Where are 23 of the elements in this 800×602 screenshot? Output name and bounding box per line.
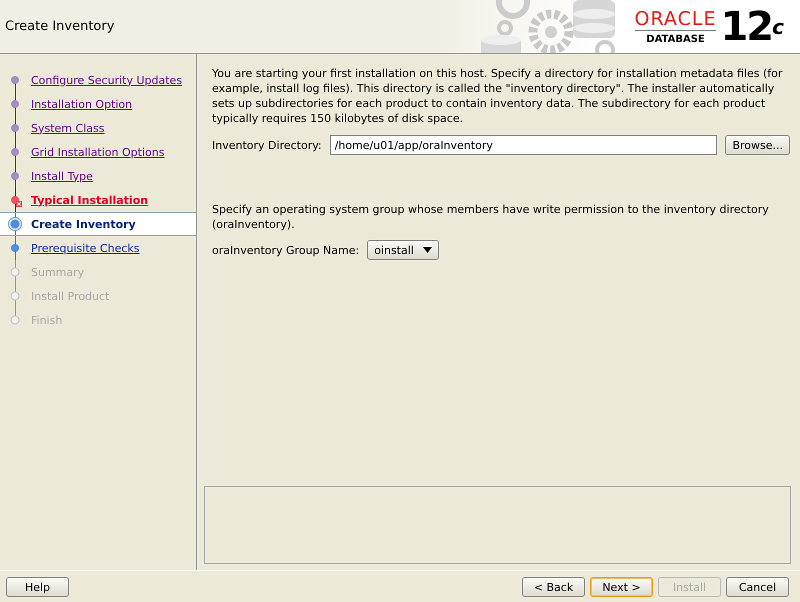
step-link[interactable]: Typical Installation: [31, 194, 148, 206]
browse-button[interactable]: Browse...: [725, 135, 790, 155]
group-text: Specify an operating system group whose members have write permission to the inventory directory (oraInventory).: [212, 202, 770, 232]
footer-button[interactable]: Next >: [590, 577, 653, 597]
step-link[interactable]: Configure Security Updates: [31, 74, 182, 86]
window-title: Create Inventory: [5, 19, 114, 34]
footer-button[interactable]: Help: [6, 577, 69, 597]
footer-button[interactable]: Cancel: [726, 577, 789, 597]
field-label: Inventory Directory:: [212, 138, 322, 152]
directory-field[interactable]: /home/u01/app/oraInventory: [330, 135, 718, 155]
step-link[interactable]: Installation Option: [31, 98, 132, 110]
step-link[interactable]: System Class: [31, 122, 104, 134]
footer-button[interactable]: < Back: [522, 577, 585, 597]
version-logo: 12$^{c}$: [720, 6, 782, 46]
brand-logo: ORACLE: [634, 8, 716, 30]
step-link[interactable]: Install Type: [31, 170, 93, 182]
step-link[interactable]: Prerequisite Checks: [31, 242, 140, 254]
step-link[interactable]: Grid Installation Options: [31, 146, 164, 158]
intro-text: You are starting your first installation on this host. Specify a directory for installation metadata files (for example, install log files). This directory is called the "inventory directory". The installer automatically sets up subdirectories for each product to contain inventory data. The subdirectory for each product typically requires 150 kilobytes of disk space.: [212, 66, 784, 126]
dropdown-caret-icon: [423, 247, 432, 253]
group-dropdown[interactable]: oinstall: [367, 240, 440, 260]
field-label: oraInventory Group Name:: [212, 244, 360, 256]
product-name: DATABASE: [646, 34, 705, 44]
